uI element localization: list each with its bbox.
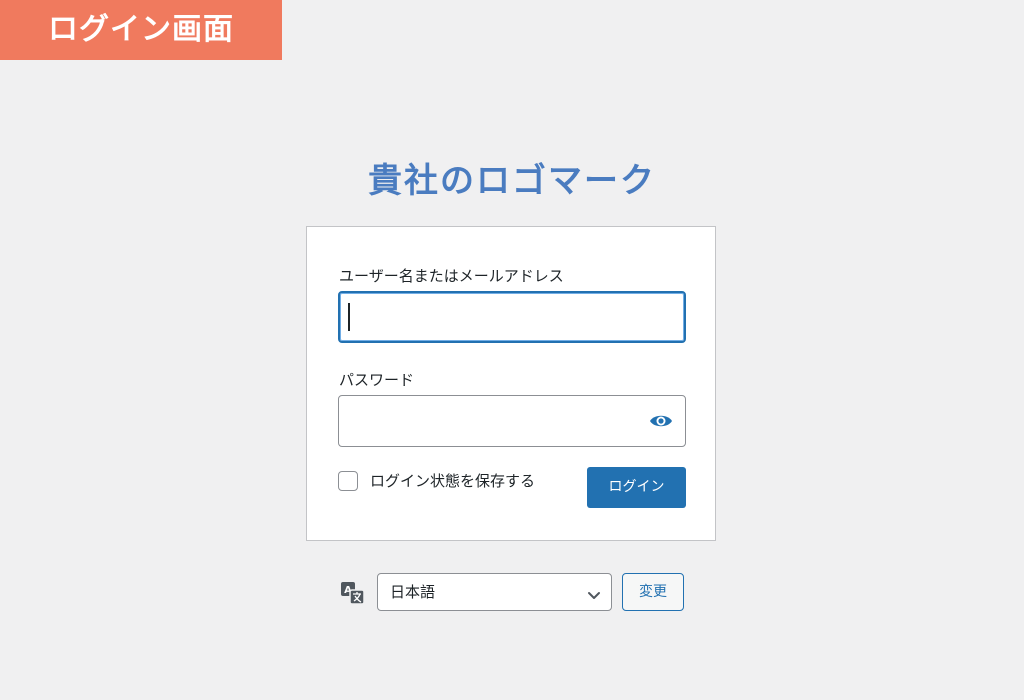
change-language-button[interactable]: 変更	[622, 573, 684, 611]
username-input[interactable]	[338, 291, 686, 343]
language-select-value: 日本語	[390, 583, 436, 601]
login-form: ユーザー名またはメールアドレス パスワード ログイン状態を保存する ログイン	[306, 226, 716, 541]
language-select[interactable]: 日本語	[377, 573, 612, 611]
chevron-down-icon	[587, 586, 601, 599]
site-logo[interactable]: 貴社のロゴマーク	[0, 156, 1024, 206]
password-input[interactable]	[338, 395, 686, 447]
username-label: ユーザー名またはメールアドレス	[339, 267, 564, 285]
password-label: パスワード	[339, 371, 415, 389]
remember-checkbox[interactable]	[338, 471, 358, 491]
eye-icon[interactable]	[649, 412, 673, 430]
corner-label: ログイン画面	[0, 0, 282, 60]
translate-icon: A	[340, 581, 366, 605]
text-caret	[348, 303, 350, 331]
login-button[interactable]: ログイン	[587, 467, 686, 508]
remember-label[interactable]: ログイン状態を保存する	[370, 471, 535, 491]
